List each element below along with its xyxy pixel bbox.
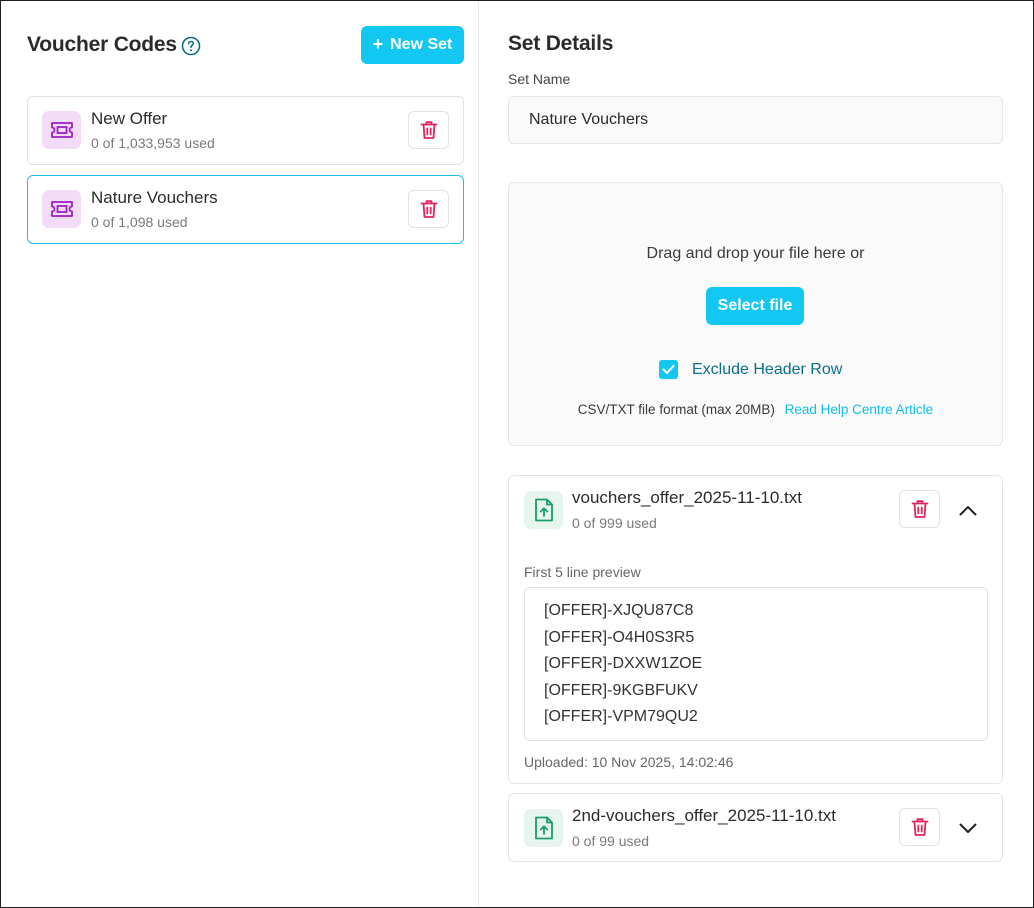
- preview-line: [OFFER]-VPM79QU2: [544, 708, 698, 725]
- check-icon[interactable]: [659, 360, 678, 379]
- dropzone-text: Drag and drop your file here or: [646, 245, 865, 262]
- help-centre-link[interactable]: Read Help Centre Article: [785, 402, 934, 417]
- file-usage: 0 of 99 used: [572, 833, 650, 849]
- exclude-header-checkbox[interactable]: Exclude Header Row: [659, 360, 842, 379]
- preview-line: [OFFER]-DXXW1ZOE: [544, 655, 703, 672]
- trash-icon: [420, 200, 437, 218]
- file-card-collapsed: 2nd-vouchers_offer_2025-11-10.txt 0 of 9…: [508, 793, 1003, 862]
- ticket-icon: [42, 111, 81, 149]
- file-name: 2nd-vouchers_offer_2025-11-10.txt: [572, 806, 836, 825]
- set-name-label: Set Name: [508, 71, 571, 87]
- chevron-down-icon[interactable]: [955, 816, 981, 840]
- set-card-nature-vouchers[interactable]: Nature Vouchers 0 of 1,098 used: [27, 175, 464, 244]
- trash-icon: [420, 121, 437, 139]
- preview-box: [OFFER]-XJQU87C8 [OFFER]-O4H0S3R5 [OFFER…: [524, 587, 988, 741]
- file-name: vouchers_offer_2025-11-10.txt: [572, 488, 802, 507]
- set-usage: 0 of 1,098 used: [91, 214, 188, 230]
- chevron-up-icon[interactable]: [955, 498, 981, 522]
- file-upload-icon: [524, 491, 563, 529]
- preview-line: [OFFER]-9KGBFUKV: [544, 681, 698, 699]
- uploaded-timestamp: Uploaded: 10 Nov 2025, 14:02:46: [524, 754, 734, 770]
- file-upload-icon: [524, 809, 563, 847]
- format-hint: CSV/TXT file format (max 20MB) Read Help…: [509, 402, 1002, 417]
- select-file-button[interactable]: Select file: [706, 287, 804, 325]
- file-card-expanded: vouchers_offer_2025-11-10.txt 0 of 999 u…: [508, 475, 1003, 784]
- delete-set-button[interactable]: [408, 111, 449, 149]
- delete-set-button[interactable]: [408, 190, 449, 228]
- new-set-label: New Set: [390, 36, 453, 53]
- new-set-button[interactable]: + New Set: [361, 26, 464, 64]
- preview-line: [OFFER]-XJQU87C8: [544, 602, 694, 619]
- trash-icon: [911, 500, 928, 518]
- help-circle-icon[interactable]: [181, 36, 201, 56]
- delete-file-button[interactable]: [899, 490, 940, 528]
- set-card-new-offer[interactable]: New Offer 0 of 1,033,953 used: [27, 96, 464, 165]
- panel-title: Voucher Codes: [27, 33, 177, 56]
- trash-icon: [911, 818, 928, 836]
- plus-icon: +: [372, 34, 384, 54]
- exclude-header-label: Exclude Header Row: [692, 360, 843, 378]
- file-usage: 0 of 999 used: [572, 515, 657, 531]
- ticket-icon: [42, 190, 81, 228]
- file-dropzone[interactable]: Drag and drop your file here or Select f…: [508, 182, 1003, 446]
- set-usage: 0 of 1,033,953 used: [91, 135, 215, 151]
- set-name: New Offer: [91, 109, 168, 128]
- delete-file-button[interactable]: [899, 808, 940, 846]
- preview-label: First 5 line preview: [524, 564, 641, 580]
- format-text: CSV/TXT file format (max 20MB): [577, 402, 775, 417]
- preview-line: [OFFER]-O4H0S3R5: [544, 628, 695, 646]
- set-name-input[interactable]: [508, 96, 1003, 144]
- voucher-codes-panel: Voucher Codes + New Set New Offer 0 of 1…: [1, 1, 479, 907]
- set-details-title: Set Details: [508, 32, 614, 55]
- set-name: Nature Vouchers: [91, 188, 218, 207]
